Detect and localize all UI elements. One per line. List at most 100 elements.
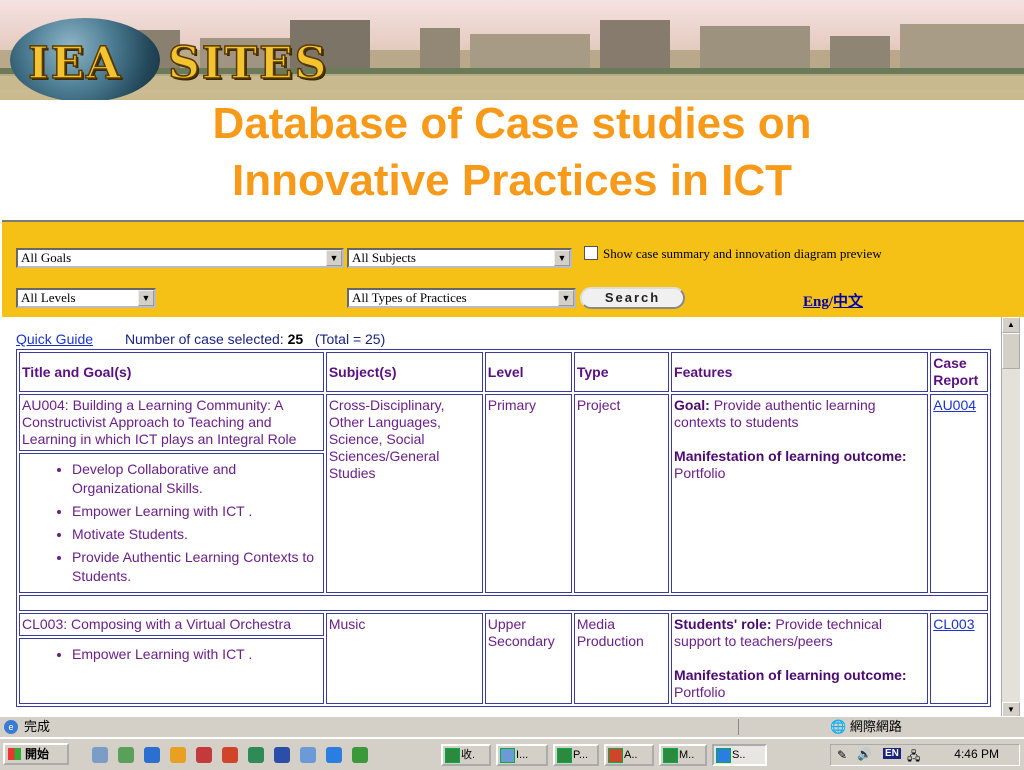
case-level: Upper Secondary: [484, 613, 572, 704]
status-text: 完成: [24, 719, 51, 734]
vertical-scrollbar[interactable]: ▲ ▼: [1001, 317, 1020, 718]
taskbar-window-button[interactable]: P...: [553, 744, 599, 766]
powerpoint-icon[interactable]: [222, 747, 238, 763]
case-report-cell: AU004: [930, 394, 988, 593]
goal-item: Empower Learning with ICT .: [72, 645, 321, 664]
desktop-icon[interactable]: [92, 747, 108, 763]
scroll-up-icon[interactable]: ▲: [1002, 317, 1020, 333]
quick-guide-link[interactable]: Quick Guide: [16, 331, 93, 347]
app-icon: [445, 748, 460, 763]
case-report-link[interactable]: AU004: [933, 397, 976, 413]
search-icon[interactable]: [300, 747, 316, 763]
chevron-down-icon[interactable]: ▼: [138, 290, 154, 306]
language-switch: Eng/中文: [803, 290, 863, 311]
quicklaunch-icon[interactable]: [196, 747, 212, 763]
security-zone: 🌐 網際網路: [830, 719, 902, 734]
levels-select[interactable]: All Levels ▼: [16, 288, 156, 308]
scrollbar-thumb[interactable]: [1002, 333, 1020, 369]
cases-table: Title and Goal(s) Subject(s) Level Type …: [16, 349, 991, 707]
column-header-case-report: Case Report: [930, 352, 988, 392]
taskbar-window-button[interactable]: 收.: [441, 744, 491, 766]
start-button[interactable]: 開始: [3, 743, 69, 765]
chevron-down-icon[interactable]: ▼: [554, 250, 570, 266]
quicklaunch-icon[interactable]: [352, 747, 368, 763]
app-icon: [663, 748, 678, 763]
tray-pen-icon[interactable]: ✎: [837, 748, 847, 762]
case-report-link[interactable]: CL003: [933, 616, 974, 632]
table-header-row: Title and Goal(s) Subject(s) Level Type …: [19, 352, 988, 392]
ie-page-icon: e: [4, 720, 18, 734]
start-label: 開始: [25, 747, 50, 761]
internet-explorer-icon[interactable]: [326, 747, 342, 763]
app-icon: [608, 748, 623, 763]
taskbar-window-label: S..: [732, 749, 746, 761]
taskbar-window-button[interactable]: A..: [604, 744, 654, 766]
practices-select[interactable]: All Types of Practices ▼: [347, 288, 576, 308]
subjects-select-value: All Subjects: [352, 250, 416, 265]
app-icon: [716, 748, 731, 763]
filter-bar: All Goals ▼ All Subjects ▼ Show case sum…: [2, 222, 1024, 317]
word-icon[interactable]: [274, 747, 290, 763]
case-level: Primary: [484, 394, 572, 593]
chevron-down-icon[interactable]: ▼: [558, 290, 574, 306]
taskbar-window-label: A..: [624, 749, 638, 761]
windows-flag-icon: [8, 748, 21, 760]
subjects-select[interactable]: All Subjects ▼: [347, 248, 572, 268]
quicklaunch-icon[interactable]: [118, 747, 134, 763]
header-banner: IEA SITES: [0, 0, 1024, 100]
excel-icon[interactable]: [248, 747, 264, 763]
column-header-level: Level: [484, 352, 572, 392]
row-separator-cell: [19, 595, 988, 611]
results-area: Quick Guide Number of case selected: 25 …: [2, 317, 1002, 718]
column-header-features: Features: [671, 352, 929, 392]
levels-select-value: All Levels: [21, 290, 76, 305]
case-features: Goal: Provide authentic learning context…: [671, 394, 929, 593]
feature-text: Portfolio: [674, 465, 726, 481]
windows-taskbar: 開始 收. I... P... A.. M.. S.. ✎ 🔊 EN 🖧 4:4…: [0, 737, 1024, 770]
case-type: Project: [573, 394, 670, 593]
taskbar-window-label: I...: [516, 749, 529, 761]
taskbar-window-label: M..: [679, 749, 695, 761]
ime-indicator[interactable]: EN: [883, 748, 901, 759]
search-button[interactable]: Search: [580, 287, 685, 309]
browser-window: All Goals ▼ All Subjects ▼ Show case sum…: [2, 220, 1024, 718]
case-subjects: Cross-Disciplinary, Other Languages, Sci…: [325, 394, 483, 593]
case-goals: Develop Collaborative and Organizational…: [19, 453, 324, 593]
chevron-down-icon[interactable]: ▼: [326, 250, 342, 266]
zone-label: 網際網路: [849, 719, 902, 734]
app-icon: [557, 748, 572, 763]
page-title-line1: Database of Case studies on: [212, 99, 812, 148]
case-title: CL003: Composing with a Virtual Orchestr…: [19, 613, 324, 636]
logo-sites-text: SITES: [167, 37, 329, 90]
goals-select[interactable]: All Goals ▼: [16, 248, 344, 268]
taskbar-window-button[interactable]: M..: [659, 744, 707, 766]
selected-count: 25: [287, 331, 304, 347]
feature-text: Portfolio: [674, 684, 726, 700]
goals-select-value: All Goals: [21, 250, 72, 265]
volume-icon[interactable]: 🔊: [857, 747, 872, 761]
lang-zh-link[interactable]: 中文: [833, 294, 863, 310]
browser-status-bar: e 完成 🌐 網際網路: [0, 716, 1024, 737]
goal-list: Develop Collaborative and Organizational…: [22, 460, 321, 586]
quicklaunch-icon[interactable]: [144, 747, 160, 763]
logo-iea-text: IEA: [27, 37, 123, 90]
goal-list: Empower Learning with ICT .: [22, 645, 321, 664]
case-features: Students' role: Provide technical suppor…: [671, 613, 929, 704]
network-icon[interactable]: 🖧: [907, 747, 920, 768]
feature-label: Manifestation of learning outcome:: [674, 667, 907, 683]
total-count: (Total = 25): [314, 331, 386, 347]
taskbar-window-label: P...: [573, 749, 589, 761]
case-type: Media Production: [573, 613, 670, 704]
page-title-line2: Innovative Practices in ICT: [232, 156, 792, 205]
case-title: AU004: Building a Learning Community: A …: [19, 394, 324, 451]
results-summary: Quick Guide Number of case selected: 25 …: [16, 331, 385, 347]
media-player-icon[interactable]: [170, 747, 186, 763]
status-cells: [738, 719, 827, 735]
feature-label: Manifestation of learning outcome:: [674, 448, 907, 464]
taskbar-window-button-active[interactable]: S..: [712, 744, 767, 766]
system-tray: ✎ 🔊 EN 🖧 4:46 PM: [830, 744, 1020, 766]
goal-item: Empower Learning with ICT .: [72, 502, 321, 521]
feature-label: Students' role:: [674, 616, 772, 632]
lang-eng-link[interactable]: Eng: [803, 294, 829, 310]
taskbar-window-button[interactable]: I...: [496, 744, 548, 766]
